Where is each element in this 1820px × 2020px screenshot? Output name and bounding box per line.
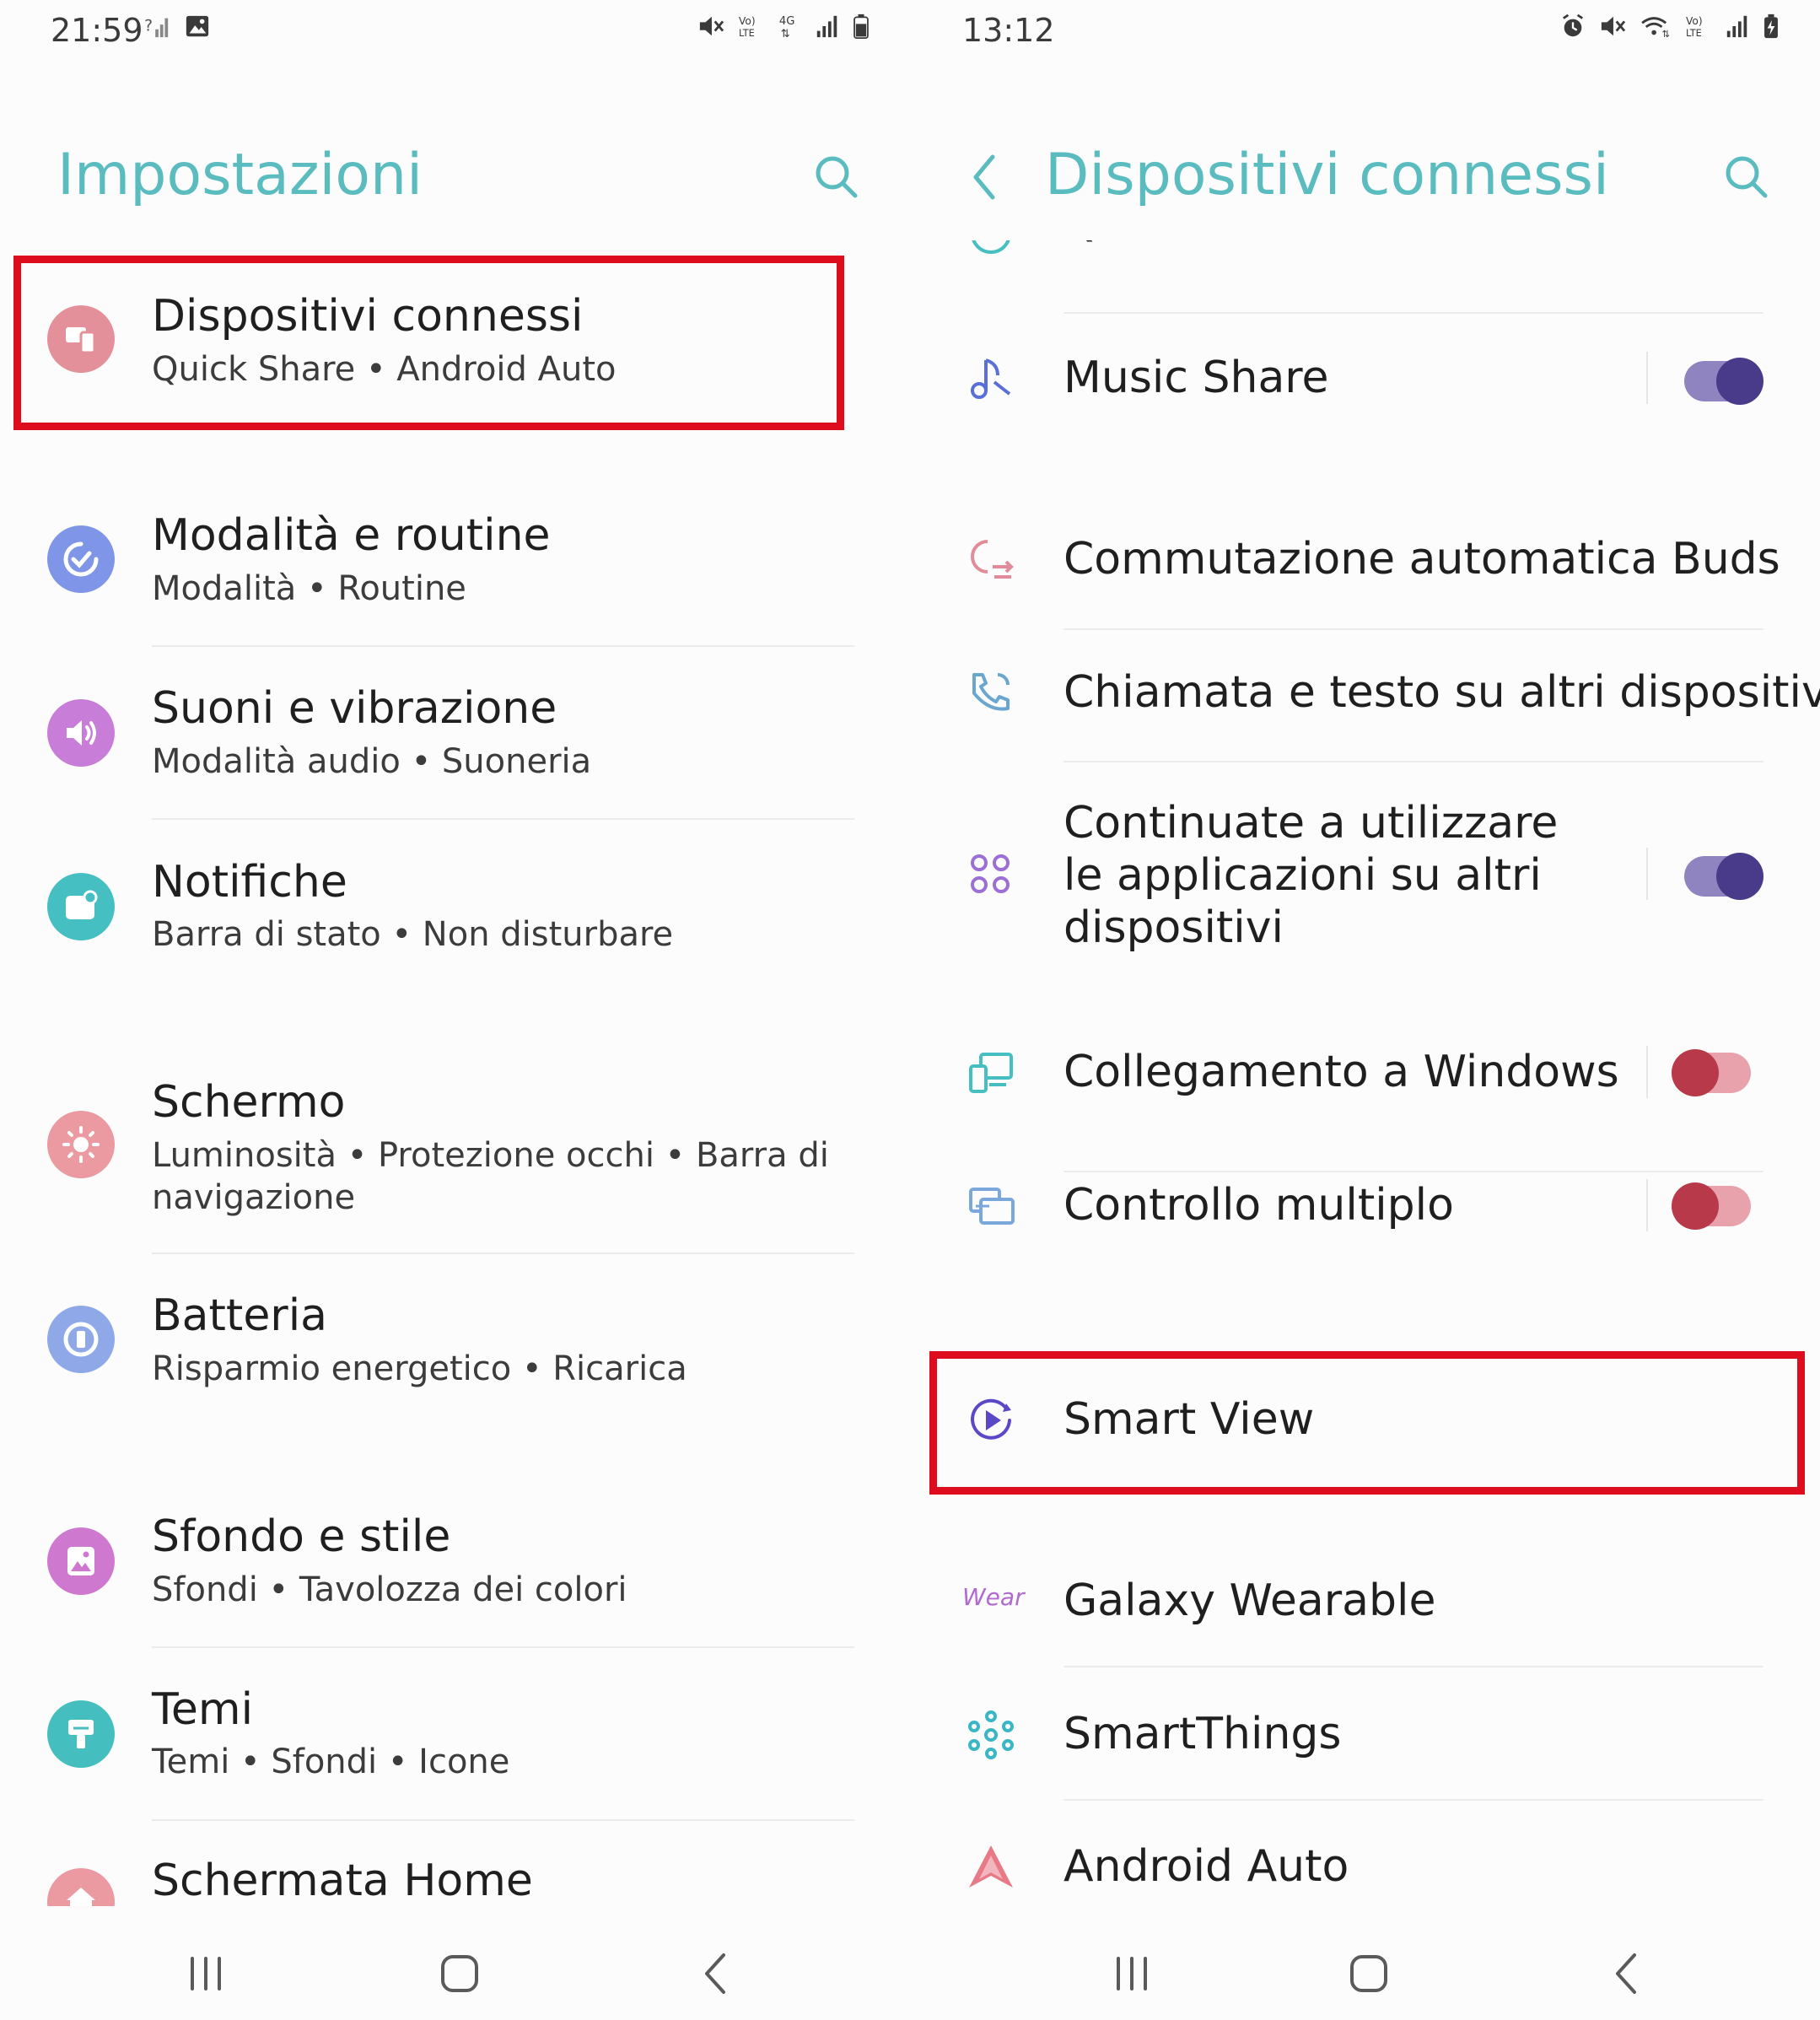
back-button[interactable] — [692, 1948, 742, 1999]
item-subtitle: Luminosità • Protezione occhi • Barra di… — [152, 1136, 829, 1217]
multi-control-icon — [969, 1188, 1015, 1225]
settings-item-smartthings[interactable] — [910, 1670, 1820, 1796]
alarm-icon — [1562, 13, 1584, 37]
settings-item-music-share[interactable] — [910, 321, 1820, 455]
item-title: Controllo multiplo — [1063, 1180, 1454, 1231]
item-title: Batteria — [152, 1290, 327, 1341]
item-title: Quick Share — [1063, 240, 1328, 248]
connected-devices-screen: 13:12 ⇅ Vo)LTE Dispositivi connessi Quic… — [910, 0, 1820, 2020]
modes-routines-icon — [47, 525, 115, 593]
item-title: Suoni e vibrazione — [152, 683, 557, 734]
item-title: Collegamento a Windows — [1063, 1047, 1619, 1097]
item-title: Modalità e routine — [152, 510, 551, 561]
item-title: Chiamata e testo su altri dispositivi — [1063, 667, 1820, 718]
music-share-icon — [971, 358, 1011, 399]
recent-apps-button[interactable] — [1107, 1948, 1157, 1999]
item-title: Commutazione automatica Buds — [1063, 534, 1780, 584]
home-button[interactable] — [434, 1948, 485, 1999]
mute-icon — [699, 16, 724, 36]
settings-list: Quick Share Music Share Commutazione aut… — [910, 240, 1820, 1927]
svg-text:⇅: ⇅ — [781, 28, 790, 39]
volume-icon — [47, 699, 115, 767]
notifications-icon — [47, 873, 115, 940]
search-icon[interactable] — [1721, 152, 1772, 202]
page-title: Impostazioni — [57, 142, 423, 208]
continue-apps-icon — [971, 854, 1010, 893]
buds-switch-icon — [971, 540, 1014, 579]
svg-text:Vo): Vo) — [1686, 15, 1703, 27]
item-title: Music Share — [1063, 353, 1329, 403]
wallpaper-icon — [47, 1527, 115, 1595]
call-text-icon — [972, 673, 1010, 711]
link-windows-toggle[interactable] — [1672, 1049, 1751, 1096]
item-subtitle: Sfondi • Tavolozza dei colori — [152, 1570, 627, 1609]
item-title: Android Auto — [1063, 1841, 1349, 1892]
svg-text:?: ? — [144, 18, 153, 35]
no-signal-icon: ? — [144, 18, 169, 38]
multi-control-toggle[interactable] — [1672, 1182, 1751, 1230]
link-windows-icon — [969, 1053, 1013, 1093]
music-share-toggle[interactable] — [1684, 358, 1763, 405]
quick-share-icon — [972, 240, 1010, 254]
themes-icon — [47, 1700, 115, 1768]
continue-apps-toggle[interactable] — [1684, 853, 1763, 900]
status-bar: 21:59 ? Vo) LTE 4G ⇅ — [0, 0, 910, 61]
svg-text:LTE: LTE — [739, 28, 755, 39]
recent-apps-button[interactable] — [180, 1948, 231, 1999]
back-button[interactable] — [1602, 1948, 1653, 1999]
item-title: Sfondo e stile — [152, 1511, 451, 1562]
svg-text:4G: 4G — [779, 15, 795, 28]
item-title: Temi — [152, 1684, 254, 1735]
wifi-icon: ⇅ — [1641, 17, 1670, 39]
battery-status-icon — [853, 13, 869, 39]
mute-icon — [1601, 16, 1626, 36]
item-subtitle: Modalità audio • Suoneria — [152, 742, 592, 781]
4g-icon: 4G⇅ — [779, 15, 795, 39]
item-title: Galaxy Wearable — [1063, 1576, 1436, 1626]
home-icon — [47, 1868, 115, 1906]
status-time: 21:59 — [51, 12, 143, 49]
brightness-icon — [47, 1111, 115, 1178]
battery-charging-icon — [1764, 13, 1778, 39]
search-icon[interactable] — [811, 152, 862, 202]
signal-icon — [1726, 15, 1747, 38]
back-arrow-icon[interactable] — [967, 150, 1001, 204]
gallery-notification-icon — [186, 15, 209, 37]
svg-text:Vo): Vo) — [739, 15, 756, 27]
highlight-box — [13, 256, 844, 430]
item-title: Schermata Home — [152, 1856, 533, 1906]
settings-screen: 21:59 ? Vo) LTE 4G ⇅ Impostazioni Disposit… — [0, 0, 910, 2020]
signal-icon — [816, 15, 837, 38]
svg-text:⇅: ⇅ — [1662, 29, 1670, 39]
volte-icon: Vo)LTE — [1686, 15, 1703, 39]
home-button[interactable] — [1343, 1948, 1394, 1999]
page-title: Dispositivi connessi — [1045, 142, 1609, 208]
item-subtitle: Risparmio energetico • Ricarica — [152, 1349, 687, 1388]
item-title: SmartThings — [1063, 1709, 1342, 1759]
highlight-box — [929, 1351, 1805, 1495]
svg-text:LTE: LTE — [1686, 28, 1702, 39]
item-subtitle: Modalità • Routine — [152, 569, 466, 608]
status-time: 13:12 — [962, 12, 1055, 49]
settings-item-android-auto[interactable] — [910, 1805, 1820, 1923]
galaxy-wearable-icon: Wear — [962, 1583, 1025, 1611]
item-title: Continuate a utilizzare le applicazioni … — [1063, 798, 1559, 953]
item-subtitle: Barra di stato • Non disturbare — [152, 915, 674, 954]
volte-icon: Vo)LTE — [739, 15, 756, 39]
battery-icon — [47, 1306, 115, 1373]
item-subtitle: Temi • Sfondi • Icone — [152, 1743, 510, 1781]
item-title: Notifiche — [152, 857, 347, 908]
item-title: Schermo — [152, 1077, 346, 1128]
status-bar: 13:12 ⇅ Vo) LTE — [910, 0, 1820, 61]
smartthings-icon — [968, 1710, 1014, 1759]
android-auto-icon — [969, 1845, 1013, 1888]
